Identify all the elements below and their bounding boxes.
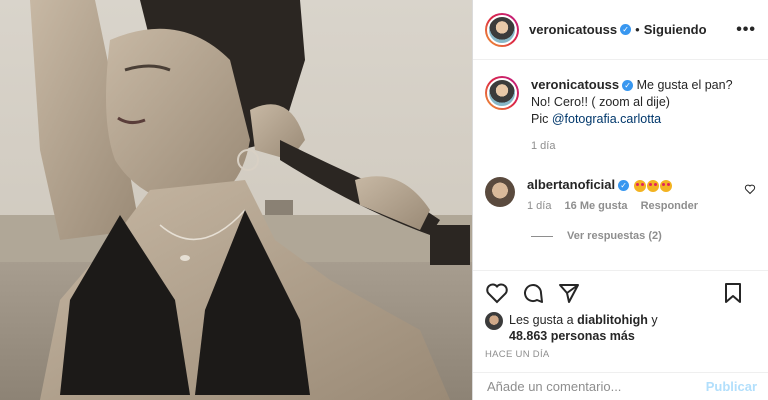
verified-icon: ✓ <box>620 24 632 35</box>
comment-item: albertanoficial ✓ 1 día 16 Me gusta Respo… <box>473 155 768 212</box>
view-replies-label: Ver respuestas (2) <box>567 230 662 242</box>
save-bookmark-icon[interactable] <box>721 281 745 305</box>
caption-line3-prefix: Pic <box>531 112 552 126</box>
likes-conj: y <box>647 313 658 327</box>
heart-eyes-emoji <box>633 179 646 192</box>
heart-eyes-emoji <box>646 179 659 192</box>
post-side-panel: veronicatouss ✓ • Siguiendo ••• veronica… <box>472 0 768 400</box>
commenter-avatar[interactable] <box>485 177 515 207</box>
separator-dot: • <box>635 22 640 37</box>
verified-icon: ✓ <box>618 180 630 192</box>
caption-line1: Me gusta el pan? <box>636 78 733 92</box>
like-heart-icon[interactable] <box>485 281 509 305</box>
comment-like-heart-icon[interactable] <box>744 183 756 195</box>
comment-bubble-icon[interactable] <box>521 281 545 305</box>
post-time-ago[interactable]: HACE UN DÍA <box>485 349 550 360</box>
post-photo-image <box>0 0 472 400</box>
author-avatar[interactable] <box>485 12 519 47</box>
post-photo[interactable] <box>0 0 472 400</box>
heart-eyes-emoji <box>659 179 672 192</box>
share-send-icon[interactable] <box>557 281 581 305</box>
verified-icon: ✓ <box>622 80 634 92</box>
post-actions-bar <box>473 270 768 305</box>
instagram-post: veronicatouss ✓ • Siguiendo ••• veronica… <box>0 0 768 400</box>
mention-link[interactable]: @fotografia.carlotta <box>552 112 661 126</box>
post-header: veronicatouss ✓ • Siguiendo ••• <box>473 0 768 60</box>
following-button[interactable]: Siguiendo <box>644 22 707 37</box>
comment-input[interactable] <box>485 378 706 395</box>
likes-count[interactable]: 48.863 personas más <box>509 329 635 343</box>
comment-likes[interactable]: 16 Me gusta <box>565 200 628 212</box>
likes-prefix: Les gusta a <box>509 313 578 327</box>
publish-button[interactable]: Publicar <box>706 379 757 394</box>
comment-time[interactable]: 1 día <box>527 200 551 212</box>
liker-username[interactable]: diablitohigh <box>577 313 648 327</box>
caption-username[interactable]: veronicatouss <box>531 77 619 92</box>
caption-author-avatar[interactable] <box>485 76 519 110</box>
author-username[interactable]: veronicatouss <box>529 22 617 37</box>
reply-button[interactable]: Responder <box>641 200 698 212</box>
likes-summary: Les gusta a diablitohigh y 48.863 person… <box>485 312 658 344</box>
view-replies-button[interactable]: Ver respuestas (2) <box>473 212 768 242</box>
replies-divider <box>531 235 553 237</box>
caption-time[interactable]: 1 día <box>531 138 733 155</box>
commenter-username[interactable]: albertanoficial <box>527 177 615 192</box>
caption-line2: No! Cero!! ( zoom al dije) <box>531 95 670 109</box>
add-comment-bar: Publicar <box>473 372 768 400</box>
more-options-icon[interactable]: ••• <box>736 21 756 39</box>
liker-avatar[interactable] <box>485 312 503 330</box>
post-caption: veronicatouss ✓ Me gusta el pan? No! Cero… <box>473 60 768 155</box>
